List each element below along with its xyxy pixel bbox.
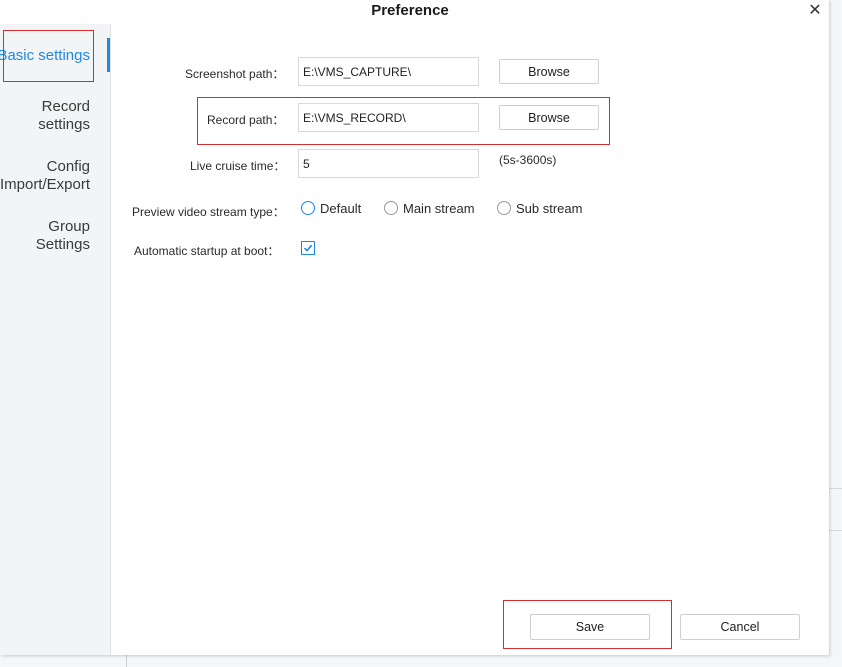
background-divider	[126, 655, 127, 667]
background-divider	[829, 488, 842, 489]
auto-startup-label: Automatic startup at boot：	[134, 244, 280, 258]
title-bar: Preference ✕	[0, 0, 829, 24]
radio-main-stream[interactable]	[384, 201, 398, 215]
radio-sub-stream[interactable]	[497, 201, 511, 215]
sidebar-item-group-settings[interactable]: Group Settings	[36, 218, 90, 254]
radio-main-stream-label[interactable]: Main stream	[403, 201, 475, 216]
screenshot-path-input[interactable]	[298, 57, 479, 86]
check-icon	[303, 244, 313, 252]
record-browse-button[interactable]: Browse	[499, 105, 599, 130]
record-path-label: Record path：	[207, 113, 285, 127]
live-cruise-time-label: Live cruise time：	[190, 159, 286, 173]
radio-default[interactable]	[301, 201, 315, 215]
live-cruise-time-input[interactable]	[298, 149, 479, 178]
active-indicator	[107, 38, 110, 72]
screenshot-browse-button[interactable]: Browse	[499, 59, 599, 84]
background-divider	[829, 530, 842, 531]
sidebar-item-basic-settings[interactable]: Basic settings	[0, 47, 90, 65]
sidebar-item-config-import-export[interactable]: Config Import/Export	[0, 158, 90, 194]
auto-startup-checkbox[interactable]	[301, 241, 315, 255]
cancel-button[interactable]: Cancel	[680, 614, 800, 640]
screenshot-path-label: Screenshot path：	[185, 67, 285, 81]
background-window-edge	[829, 0, 842, 667]
live-cruise-time-hint: (5s-3600s)	[499, 153, 557, 167]
preference-dialog: Preference ✕ Basic settings Record setti…	[0, 0, 829, 655]
sidebar-item-record-settings[interactable]: Record settings	[38, 98, 90, 134]
record-path-input[interactable]	[298, 103, 479, 132]
dialog-title: Preference	[371, 2, 449, 19]
radio-default-label[interactable]: Default	[320, 201, 361, 216]
sidebar: Basic settings Record settings Config Im…	[0, 24, 111, 655]
preview-stream-label: Preview video stream type：	[132, 205, 285, 219]
save-button[interactable]: Save	[530, 614, 650, 640]
close-icon[interactable]: ✕	[805, 1, 825, 21]
radio-sub-stream-label[interactable]: Sub stream	[516, 201, 582, 216]
